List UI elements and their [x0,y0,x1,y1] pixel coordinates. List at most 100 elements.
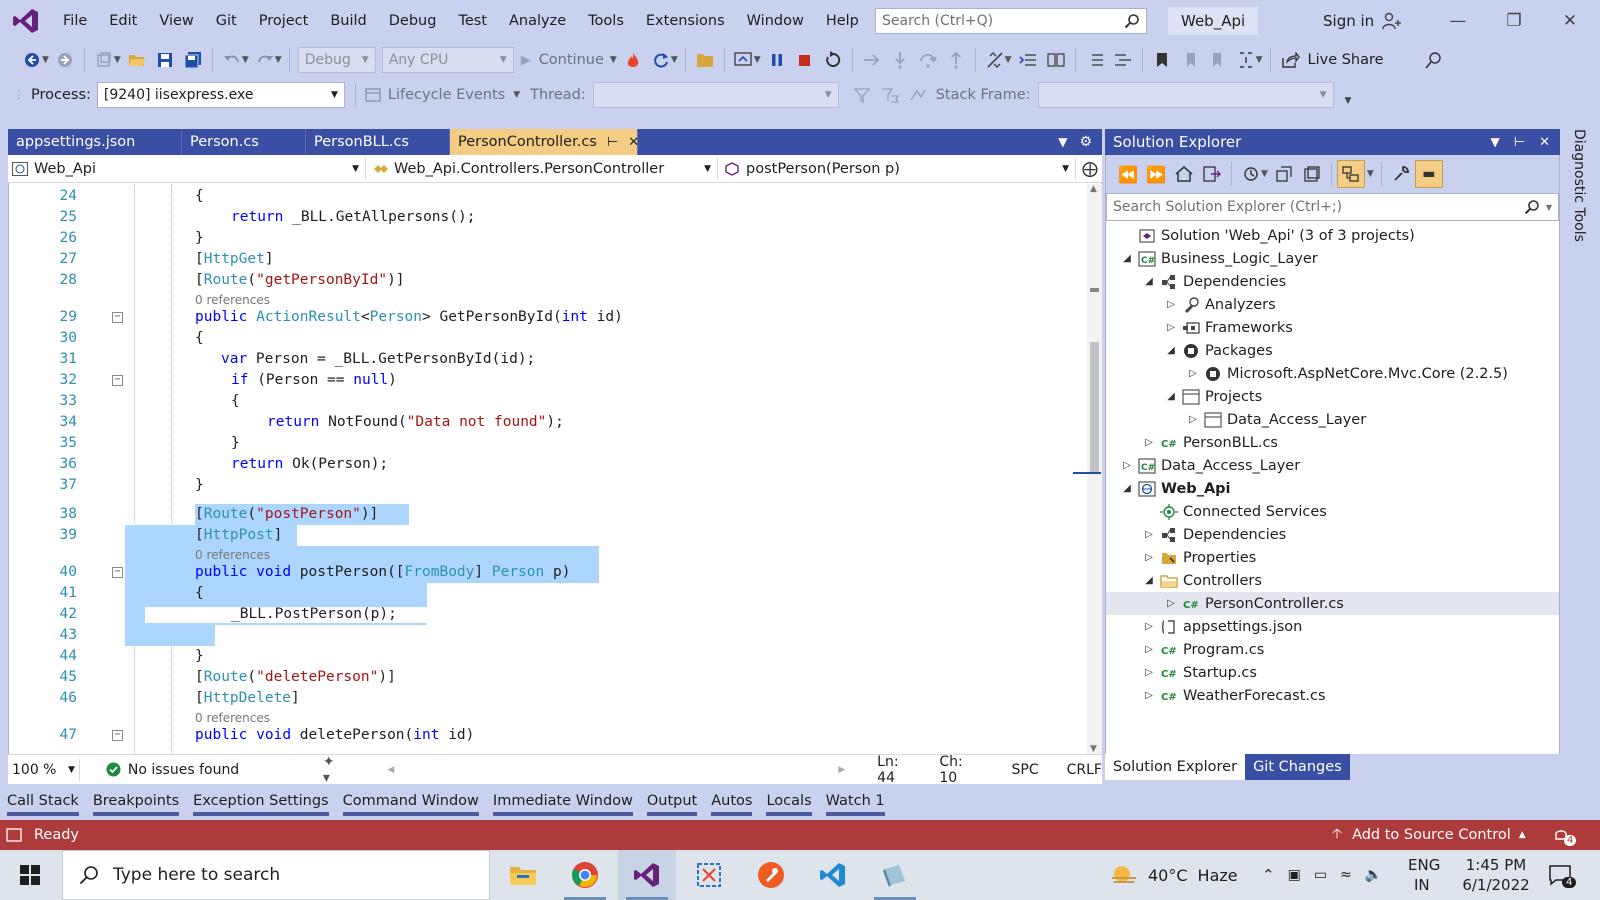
tab-personcontroller-cs[interactable]: PersonController.cs ⊢ ✕ [450,129,639,155]
wifi-icon[interactable]: ≈ [1340,867,1352,883]
scroll-left-icon[interactable]: ◀ [387,765,394,775]
navigate-back-button[interactable] [18,46,46,74]
sql-tools-app[interactable] [866,850,924,900]
codelens-references[interactable]: 0 references [195,547,270,563]
filter-threads-button[interactable] [848,81,876,109]
tab-solution-explorer[interactable]: Solution Explorer [1105,754,1246,780]
member-nav-select[interactable]: postPerson(Person p) ▼ [718,157,1076,180]
tree-item[interactable]: ◢ Projects [1106,385,1559,408]
solution-configuration-select[interactable]: Debug ▼ [297,47,376,73]
tree-item[interactable]: ▷ Properties [1106,546,1559,569]
se-show-all-files-button[interactable] [1336,160,1365,188]
tree-item[interactable]: ▷ Microsoft.AspNetCore.Mvc.Core (2.2.5) [1106,362,1559,385]
menu-git[interactable]: Git [205,0,248,42]
editor-vertical-scrollbar[interactable]: ▲ ▼ [1073,184,1102,754]
collapsed-arrow-icon[interactable]: ▷ [1142,621,1156,632]
file-explorer-app[interactable] [494,850,552,900]
tab-autos[interactable]: Autos [704,786,759,816]
window-position-dropdown-icon[interactable]: ▼ [1491,135,1500,150]
clock[interactable]: 1:45 PM 6/1/2022 [1462,850,1530,900]
collapsed-arrow-icon[interactable]: ▷ [1142,437,1156,448]
expanded-arrow-icon[interactable]: ◢ [1142,575,1156,586]
se-sync-button[interactable] [1270,160,1298,188]
save-all-button[interactable] [179,46,207,74]
se-pending-changes-button[interactable] [1237,160,1265,188]
issues-indicator[interactable]: No issues found [106,762,313,778]
break-all-button[interactable] [763,46,791,74]
tab-list-dropdown-icon[interactable]: ▼ [1058,135,1067,149]
se-properties-button[interactable] [1387,160,1415,188]
step-over-button[interactable] [914,46,942,74]
flag-threads-button[interactable] [876,81,904,109]
menu-extensions[interactable]: Extensions [635,0,736,42]
menu-project[interactable]: Project [248,0,320,42]
pin-icon[interactable]: ⊢ [607,135,618,150]
process-select[interactable]: [9240] iisexpress.exe ▼ [96,82,345,108]
tab-breakpoints[interactable]: Breakpoints [86,786,186,816]
cursor-column[interactable]: Ch: 10 [939,754,983,786]
menu-build[interactable]: Build [319,0,377,42]
open-file-button[interactable] [123,46,151,74]
tree-item[interactable]: ▷ Frameworks [1106,316,1559,339]
menu-analyze[interactable]: Analyze [498,0,577,42]
volume-icon[interactable]: 🔈 [1365,867,1382,883]
tree-item[interactable]: ◢ Web_Api [1106,477,1559,500]
collapsed-arrow-icon[interactable]: ▷ [1164,598,1178,609]
chevron-down-icon[interactable]: ▼ [1546,203,1552,212]
split-editor-icon[interactable]: ⨁ [1082,159,1098,178]
project-nav-select[interactable]: Web_Api ▼ [8,157,366,180]
step-into-specific-button[interactable] [1014,46,1042,74]
expanded-arrow-icon[interactable]: ◢ [1142,276,1156,287]
chevron-up-icon[interactable]: ⌃ [1262,866,1275,884]
hot-reload-button[interactable] [619,46,647,74]
tree-item[interactable]: Connected Services [1106,500,1559,523]
menu-tools[interactable]: Tools [577,0,635,42]
tab-output[interactable]: Output [640,786,704,816]
start-button[interactable] [0,850,60,900]
global-search-input[interactable]: Search (Ctrl+Q) [875,8,1147,34]
tab-personbll-cs[interactable]: PersonBLL.cs [306,129,450,155]
tree-item[interactable]: ▷ C# WeatherForecast.cs [1106,684,1559,707]
tree-item[interactable]: ▷ C# PersonController.cs [1106,592,1559,615]
tree-item[interactable]: ◢ C# Business_Logic_Layer [1106,247,1559,270]
collapse-icon[interactable]: − [112,375,123,386]
tree-item[interactable]: ▷ appsettings.json [1106,615,1559,638]
scroll-right-icon[interactable]: ▶ [838,765,845,775]
se-home-button[interactable] [1170,160,1198,188]
clear-bookmarks-button[interactable] [1232,46,1260,74]
zoom-select[interactable]: 100 % ▼ [8,758,80,781]
battery-icon[interactable]: ▭ [1314,867,1327,883]
tab-watch-1[interactable]: Watch 1 [819,786,892,816]
sign-in-button[interactable]: Sign in [1323,0,1402,42]
tree-item[interactable]: ◢ Dependencies [1106,270,1559,293]
thread-select[interactable]: ▼ [592,82,839,108]
collapsed-arrow-icon[interactable]: ▷ [1142,529,1156,540]
taskbar-search-input[interactable]: Type here to search [62,850,490,900]
collapsed-arrow-icon[interactable]: ▷ [1120,460,1134,471]
close-tab-icon[interactable]: ✕ [628,135,639,150]
open-folder-button[interactable] [691,46,719,74]
tree-item[interactable]: ▷ Dependencies [1106,523,1559,546]
expanded-arrow-icon[interactable]: ◢ [1164,345,1178,356]
network-adapter-icon[interactable]: ▣ [1288,867,1301,883]
toggle-bookmark-button[interactable] [1148,46,1176,74]
tree-item[interactable]: ◢ Controllers [1106,569,1559,592]
browser-link-button[interactable] [730,46,758,74]
menu-debug[interactable]: Debug [378,0,448,42]
gear-icon[interactable]: ⚙ [1079,134,1092,150]
live-share-button[interactable]: Live Share [1276,46,1390,74]
minimize-button[interactable]: — [1430,0,1486,42]
expanded-arrow-icon[interactable]: ◢ [1164,391,1178,402]
step-out-button[interactable] [942,46,970,74]
tab-call-stack[interactable]: Call Stack [0,786,86,816]
stack-frame-select[interactable]: ▼ [1037,82,1334,108]
restart-button[interactable] [647,46,675,74]
undo-button[interactable] [218,46,246,74]
menu-file[interactable]: File [52,0,98,42]
se-preview-button[interactable]: ▬ [1414,160,1443,188]
pin-icon[interactable]: ⊢ [1514,135,1525,150]
collapse-icon[interactable]: − [112,312,123,323]
tree-item[interactable]: ▷ Analyzers [1106,293,1559,316]
tab-command-window[interactable]: Command Window [336,786,486,816]
chrome-app[interactable] [556,850,614,900]
